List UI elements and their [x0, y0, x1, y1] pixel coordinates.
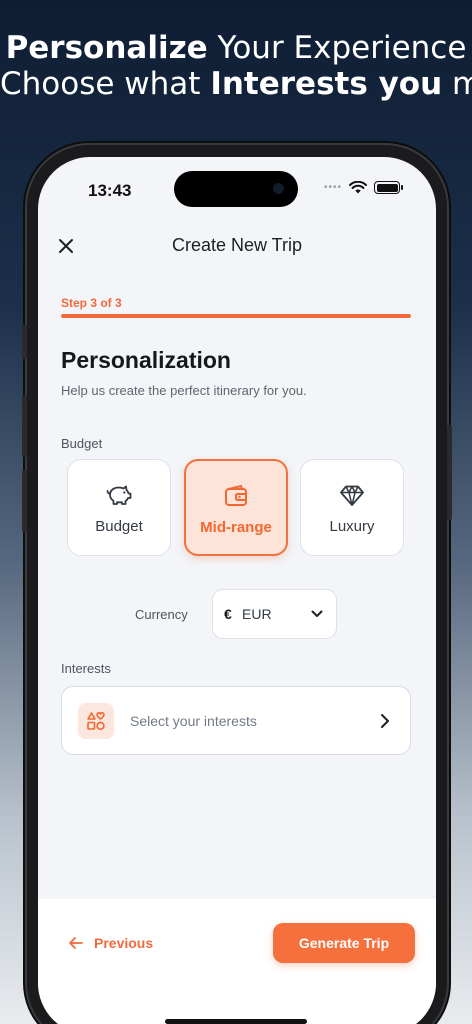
chevron-right-icon [381, 714, 389, 728]
budget-option-budget[interactable]: Budget [67, 459, 171, 556]
section-subtitle: Help us create the perfect itinerary for… [61, 383, 307, 398]
wifi-icon [349, 181, 367, 194]
currency-select[interactable]: € EUR [212, 589, 337, 639]
piggy-bank-icon [106, 485, 132, 505]
arrow-left-icon [69, 937, 83, 949]
wallet-icon [225, 485, 247, 506]
app-screen: 13:43 •••• Create New Trip Step 3 of 3 P… [38, 157, 436, 1024]
chevron-down-icon [311, 610, 323, 617]
cellular-signal-icon: •••• [323, 182, 342, 193]
section-title: Personalization [61, 347, 231, 373]
power-button [447, 425, 452, 520]
step-label: Step 3 of 3 [61, 296, 122, 310]
promo-headline: Personalize Your Experience Choose what … [0, 30, 472, 102]
budget-option-label: Mid-range [200, 519, 272, 536]
phone-frame: 13:43 •••• Create New Trip Step 3 of 3 P… [22, 145, 452, 1024]
nav-bar: Create New Trip [38, 227, 436, 267]
progress-track [61, 314, 411, 318]
currency-symbol: € [224, 606, 232, 622]
promo-line-1: Personalize Your Experience [0, 30, 472, 66]
currency-value: EUR [242, 606, 272, 622]
promo-line-2: Choose what Interests you most [0, 66, 472, 102]
battery-icon [374, 181, 403, 194]
progress-bar [61, 314, 411, 318]
budget-option-luxury[interactable]: Luxury [300, 459, 404, 556]
previous-label: Previous [94, 935, 154, 951]
action-button [22, 325, 27, 359]
interests-label: Interests [61, 661, 111, 676]
promo-line-2-bold: Interests you [210, 66, 443, 102]
interests-selector[interactable]: Select your interests [61, 686, 411, 755]
interests-placeholder: Select your interests [130, 712, 257, 729]
budget-option-label: Luxury [329, 518, 375, 535]
status-icons: •••• [323, 181, 403, 194]
previous-button[interactable]: Previous [68, 935, 153, 951]
budget-option-label: Budget [95, 518, 143, 535]
nav-title: Create New Trip [171, 235, 303, 255]
currency-label: Currency [135, 607, 188, 622]
footer-bar: Previous Generate Trip [38, 899, 436, 1024]
promo-line-2-end: most [452, 66, 472, 102]
volume-down-button [22, 470, 27, 532]
budget-label: Budget [61, 436, 103, 451]
status-time: 13:43 [88, 181, 132, 200]
volume-up-button [22, 395, 27, 457]
promo-line-2-start: Choose what [0, 66, 211, 102]
generate-trip-button[interactable]: Generate Trip [273, 923, 415, 963]
promo-line-1-bold: Personalize [5, 30, 208, 66]
budget-option-mid-range[interactable]: Mid-range [184, 459, 288, 556]
promo-line-1-rest: Your Experience [207, 30, 467, 66]
home-indicator [165, 1019, 307, 1024]
dynamic-island [174, 171, 298, 207]
shapes-icon [78, 702, 114, 739]
status-bar: 13:43 •••• [38, 157, 436, 217]
camera-icon [273, 183, 284, 194]
diamond-icon [340, 485, 364, 506]
